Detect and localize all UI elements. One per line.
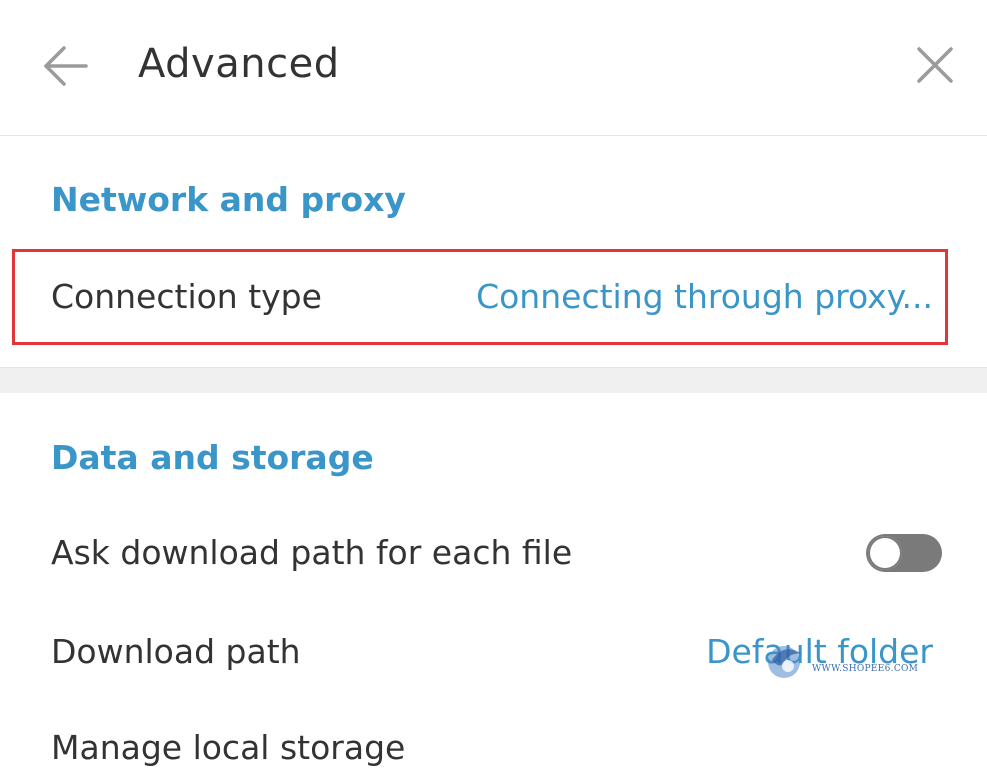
ask-download-path-row[interactable]: Ask download path for each file	[0, 513, 987, 593]
connection-type-row[interactable]: Connection type Connecting through proxy…	[0, 257, 987, 337]
close-icon	[917, 47, 953, 83]
header: Advanced	[0, 0, 987, 136]
manage-local-storage-label: Manage local storage	[51, 728, 406, 767]
page-title: Advanced	[138, 41, 340, 87]
section-title-storage: Data and storage	[51, 438, 374, 477]
download-path-label: Download path	[51, 632, 301, 671]
arrow-left-icon	[44, 46, 88, 86]
back-button[interactable]	[38, 40, 94, 92]
ask-download-path-toggle[interactable]	[866, 534, 942, 572]
ask-download-path-label: Ask download path for each file	[51, 533, 573, 572]
download-path-row[interactable]: Download path Default folder	[0, 612, 987, 692]
close-button[interactable]	[910, 40, 960, 90]
manage-local-storage-row[interactable]: Manage local storage	[0, 708, 987, 768]
connection-type-value[interactable]: Connecting through proxy...	[476, 275, 933, 319]
download-path-value[interactable]: Default folder	[706, 630, 933, 674]
toggle-knob	[868, 536, 902, 570]
advanced-settings-panel: Advanced Network and proxy Connection ty…	[0, 0, 987, 768]
section-divider	[0, 367, 987, 393]
connection-type-label: Connection type	[51, 277, 322, 316]
section-title-network: Network and proxy	[51, 180, 406, 219]
